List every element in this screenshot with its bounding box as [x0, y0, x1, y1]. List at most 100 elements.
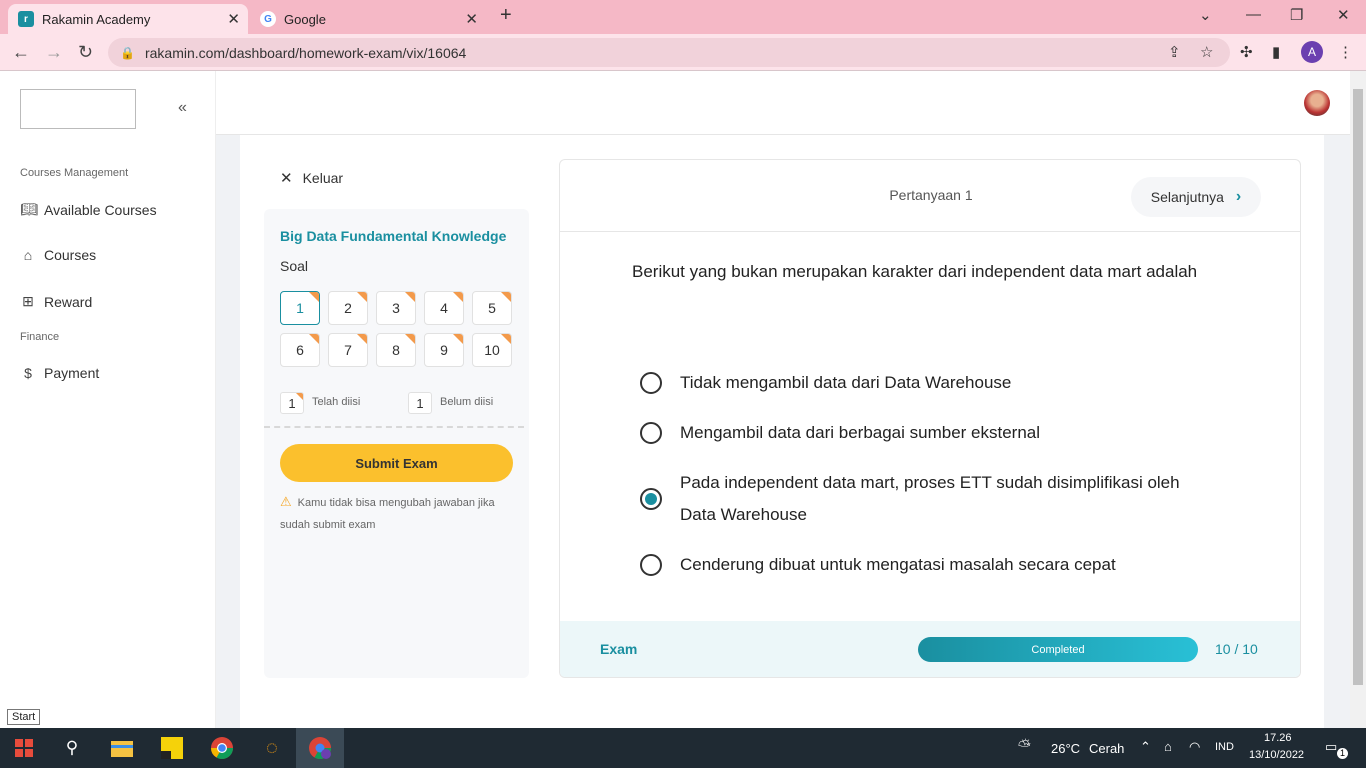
exit-button[interactable]: ✕ Keluar [280, 169, 343, 187]
bookmark-star-icon[interactable]: ☆ [1200, 43, 1213, 61]
question-button-6[interactable]: 6 [280, 333, 320, 367]
search-icon[interactable]: ⚲ [48, 728, 96, 768]
footer-label: Exam [600, 641, 638, 657]
broken-logo-image [20, 89, 136, 129]
question-button-4[interactable]: 4 [424, 291, 464, 325]
sidebar-item-label: Courses [44, 247, 97, 263]
menu-kebab-icon[interactable]: ⋮ [1338, 43, 1353, 61]
start-tooltip: Start [7, 709, 41, 725]
flag-marker [405, 334, 415, 344]
unanswered-legend-label: Belum diisi [440, 396, 494, 408]
lock-icon: 🔒 [120, 45, 135, 60]
file-explorer-icon[interactable] [98, 728, 146, 768]
google-favicon-icon: G [260, 11, 276, 27]
new-tab-button[interactable]: + [500, 4, 512, 27]
forward-icon[interactable]: → [45, 42, 63, 63]
browser-profile-avatar[interactable]: A [1301, 41, 1323, 63]
sidebar-item-available-courses[interactable]: 📖︎ Available Courses [20, 201, 157, 218]
radio-button-selected[interactable] [640, 488, 662, 510]
side-panel-icon[interactable]: ▮ [1272, 43, 1280, 61]
question-number: 7 [344, 342, 352, 358]
answer-option-1[interactable]: Tidak mengambil data dari Data Warehouse [640, 367, 1200, 399]
question-button-8[interactable]: 8 [376, 333, 416, 367]
question-button-3[interactable]: 3 [376, 291, 416, 325]
section-finance: Finance [20, 331, 60, 343]
notification-badge: 1 [1337, 748, 1348, 759]
weather-text[interactable]: Cerah [1089, 741, 1124, 756]
question-button-1[interactable]: 1 [280, 291, 320, 325]
radio-button[interactable] [640, 422, 662, 444]
rakamin-favicon-icon: r [18, 11, 34, 27]
chrome-icon[interactable] [198, 728, 246, 768]
divider [264, 426, 524, 428]
windows-taskbar: ⚲ ◌ ⛅︎ 26°C Cerah ⌃ ⌂ ◠ IND 17.26 13/10/… [0, 728, 1366, 768]
close-window-icon[interactable]: ✕ [1337, 6, 1350, 24]
app-icon[interactable]: ◌ [248, 728, 296, 768]
clock-date[interactable]: 13/10/2022 [1249, 749, 1304, 761]
question-button-10[interactable]: 10 [472, 333, 512, 367]
question-number: 1 [296, 300, 304, 316]
chevron-up-icon[interactable]: ⌃ [1140, 739, 1151, 755]
restore-icon[interactable]: ❐ [1290, 6, 1303, 24]
collapse-sidebar-icon[interactable]: « [178, 99, 187, 117]
answer-option-4[interactable]: Cenderung dibuat untuk mengatasi masalah… [640, 549, 1200, 581]
tab-google[interactable]: G Google ✕ [250, 4, 486, 34]
graduation-cap-icon: ⌂ [23, 247, 33, 263]
next-question-button[interactable]: Selanjutnya › [1131, 177, 1261, 217]
tab-title: Rakamin Academy [42, 11, 151, 27]
sidebar-item-label: Available Courses [44, 201, 157, 218]
url-text: rakamin.com/dashboard/homework-exam/vix/… [144, 44, 467, 61]
wifi-icon[interactable]: ◠ [1189, 739, 1200, 755]
windows-start-icon[interactable] [0, 728, 48, 768]
back-icon[interactable]: ← [12, 42, 30, 63]
minimize-icon[interactable]: — [1246, 6, 1261, 23]
exit-label: Keluar [302, 170, 344, 186]
extensions-puzzle-icon[interactable]: ✣ [1240, 43, 1253, 61]
sidebar-item-reward[interactable]: ⊞ Reward [20, 293, 92, 310]
section-courses-management: Courses Management [20, 167, 129, 179]
answer-option-2[interactable]: Mengambil data dari berbagai sumber ekst… [640, 417, 1200, 449]
tab-close-icon[interactable]: ✕ [227, 10, 240, 28]
tab-rakamin[interactable]: r Rakamin Academy ✕ [8, 4, 248, 34]
flag-marker [453, 292, 463, 302]
gift-icon: ⊞ [22, 293, 34, 309]
questions-label: Soal [280, 258, 309, 274]
sidebar-item-courses[interactable]: ⌂ Courses [20, 247, 96, 263]
sticky-notes-icon[interactable] [148, 728, 196, 768]
radio-button[interactable] [640, 372, 662, 394]
user-avatar[interactable] [1304, 90, 1330, 116]
dollar-icon: $ [24, 365, 32, 381]
exam-progress-footer: Exam Completed 10 / 10 [560, 621, 1300, 677]
scrollbar-thumb[interactable] [1353, 89, 1363, 685]
clock-time[interactable]: 17.26 [1264, 732, 1292, 744]
submit-exam-button[interactable]: Submit Exam [280, 444, 513, 482]
answered-count: 1 [288, 395, 296, 411]
device-icon[interactable]: ⌂ [1164, 739, 1172, 754]
language-indicator[interactable]: IND [1215, 741, 1234, 753]
chevron-right-icon: › [1235, 188, 1242, 205]
sidebar-item-payment[interactable]: $ Payment [20, 365, 99, 381]
page-scrollbar[interactable] [1350, 71, 1366, 728]
tab-search-icon[interactable]: ⌄ [1199, 6, 1212, 24]
course-title: Big Data Fundamental Knowledge [280, 228, 507, 244]
question-button-9[interactable]: 9 [424, 333, 464, 367]
book-icon: 📖︎ [20, 201, 38, 217]
notification-icon[interactable]: ▭ [1325, 739, 1337, 755]
question-number: 4 [440, 300, 448, 316]
question-button-5[interactable]: 5 [472, 291, 512, 325]
question-number: 8 [392, 342, 400, 358]
progress-text: Completed [1031, 643, 1085, 656]
tab-close-icon[interactable]: ✕ [465, 10, 478, 28]
option-text: Mengambil data dari berbagai sumber ekst… [680, 423, 1041, 442]
weather-icon[interactable]: ⛅︎ [1018, 738, 1031, 756]
chrome-profile-icon[interactable] [296, 728, 344, 768]
question-button-7[interactable]: 7 [328, 333, 368, 367]
weather-temp[interactable]: 26°C [1051, 741, 1080, 756]
share-icon[interactable]: ⇪ [1168, 43, 1181, 61]
radio-button[interactable] [640, 554, 662, 576]
address-bar[interactable]: 🔒 rakamin.com/dashboard/homework-exam/vi… [108, 38, 1230, 67]
reload-icon[interactable]: ↻ [78, 42, 93, 63]
question-button-2[interactable]: 2 [328, 291, 368, 325]
answer-option-3[interactable]: Pada independent data mart, proses ETT s… [640, 467, 1200, 531]
flag-marker [501, 292, 511, 302]
